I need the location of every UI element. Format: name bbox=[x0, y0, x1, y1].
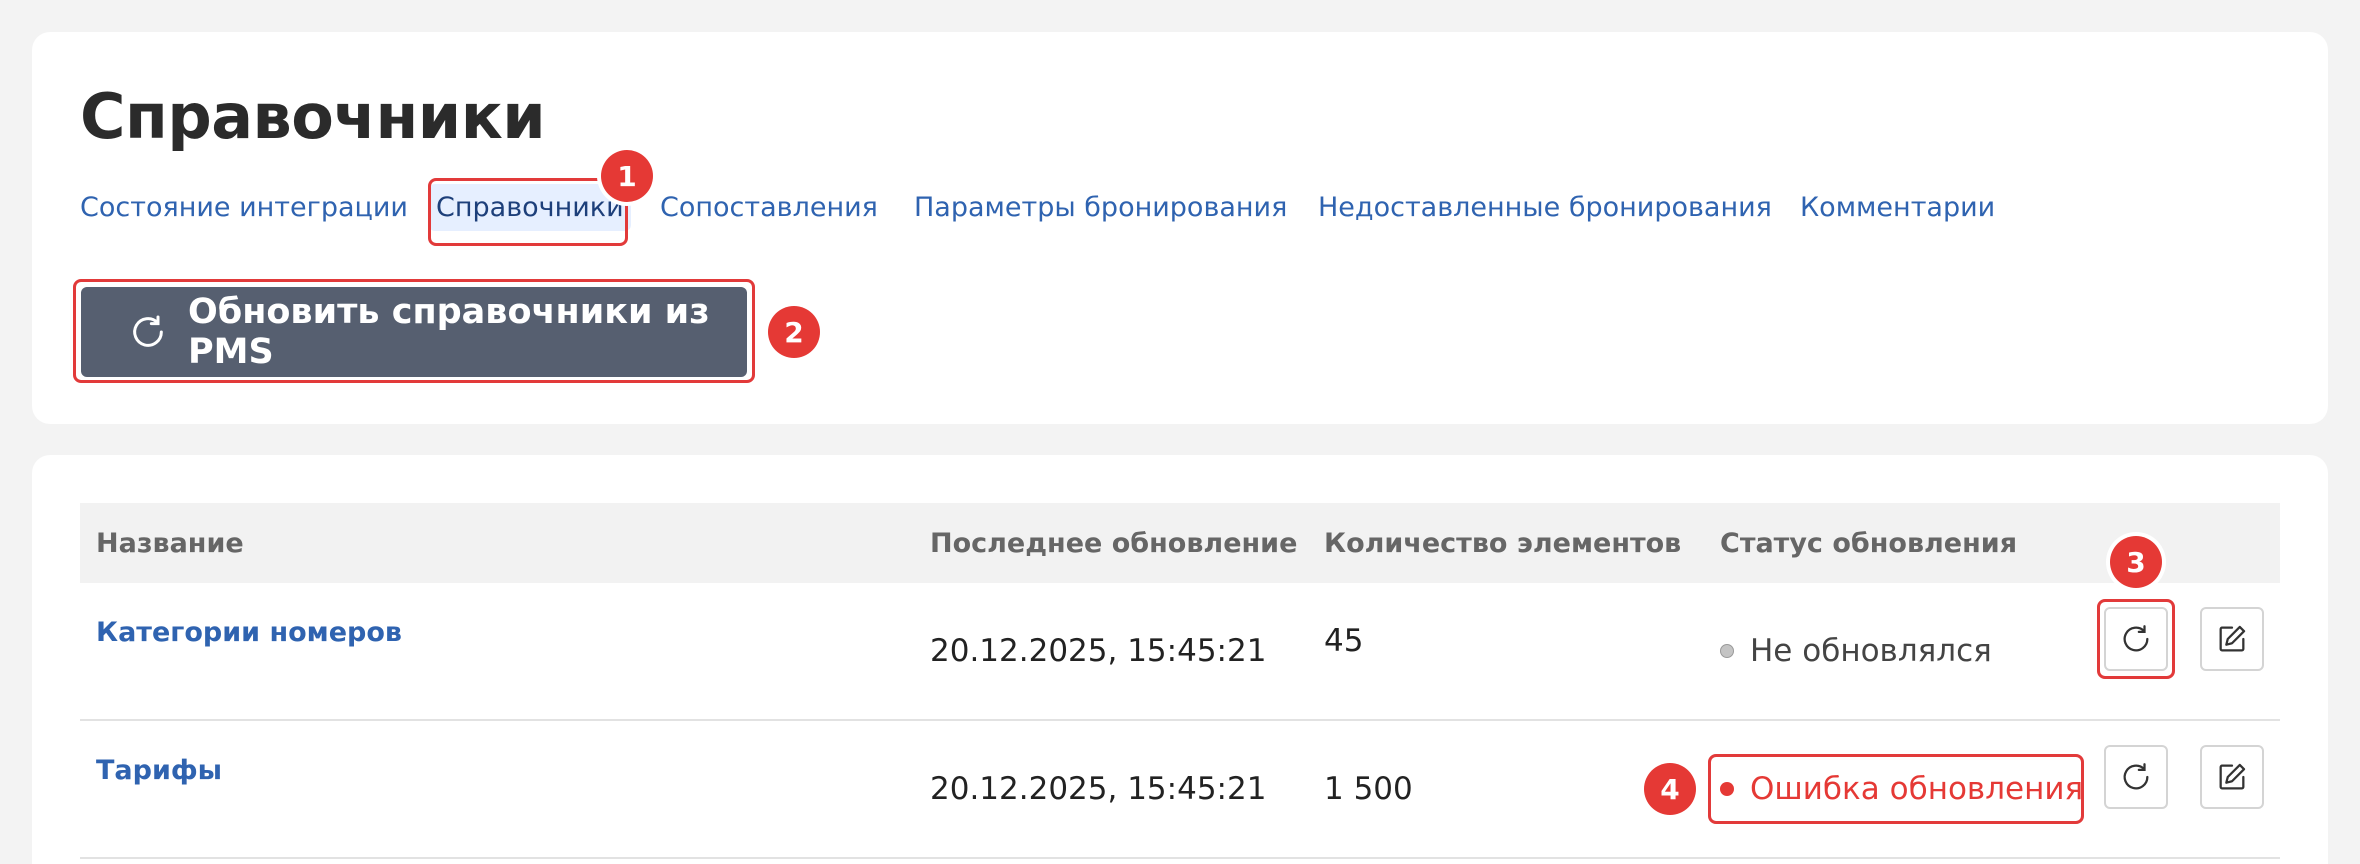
tab-booking-params[interactable]: Параметры бронирования bbox=[914, 194, 1287, 221]
annotation-badge: 1 bbox=[601, 150, 653, 202]
status-not-updated: Не обновлялся bbox=[1720, 633, 1992, 669]
edit-icon bbox=[2219, 763, 2246, 790]
tab-undelivered-bookings[interactable]: Недоставленные бронирования bbox=[1318, 194, 1772, 221]
refresh-icon bbox=[2123, 763, 2149, 790]
status-dot bbox=[1720, 782, 1734, 796]
row-divider bbox=[80, 857, 2280, 859]
status-label: Ошибка обновления bbox=[1750, 771, 2084, 807]
refresh-icon bbox=[133, 315, 163, 347]
row-refresh-button[interactable] bbox=[2104, 607, 2168, 671]
status-dot bbox=[1720, 644, 1734, 658]
refresh-all-label: Обновить справочники из PMS bbox=[188, 292, 710, 372]
annotation-badge: 3 bbox=[2110, 536, 2162, 588]
refresh-icon bbox=[2123, 625, 2149, 652]
row-updated: 20.12.2025, 15:45:21 bbox=[930, 771, 1267, 807]
row-edit-button[interactable] bbox=[2200, 745, 2264, 809]
column-header-updated: Последнее обновление bbox=[930, 528, 1298, 559]
page-title: Справочники bbox=[80, 80, 546, 153]
row-name-link[interactable]: Тарифы bbox=[96, 755, 222, 786]
tab-comments[interactable]: Комментарии bbox=[1800, 194, 1995, 221]
row-divider bbox=[80, 719, 2280, 721]
tab-directories[interactable]: Справочники bbox=[429, 184, 631, 231]
row-refresh-button[interactable] bbox=[2104, 745, 2168, 809]
refresh-all-button[interactable]: Обновить справочники из PMS bbox=[81, 287, 747, 377]
row-updated: 20.12.2025, 15:45:21 bbox=[930, 633, 1267, 669]
table-card: Название Последнее обновление Количество… bbox=[32, 455, 2328, 864]
row-name-link[interactable]: Категории номеров bbox=[96, 617, 402, 648]
tab-integration-status[interactable]: Состояние интеграции bbox=[80, 194, 408, 221]
row-edit-button[interactable] bbox=[2200, 607, 2264, 671]
column-header-count: Количество элементов bbox=[1324, 528, 1682, 559]
column-header-name: Название bbox=[96, 528, 244, 559]
status-label: Не обновлялся bbox=[1750, 633, 1992, 669]
header-card: Справочники Состояние интеграции Справоч… bbox=[32, 32, 2328, 424]
column-header-status: Статус обновления bbox=[1720, 528, 2018, 559]
row-count: 45 bbox=[1324, 623, 1364, 659]
edit-icon bbox=[2219, 625, 2246, 652]
tab-mappings[interactable]: Сопоставления bbox=[660, 194, 878, 221]
status-error: Ошибка обновления bbox=[1720, 771, 2083, 807]
annotation-badge: 2 bbox=[768, 306, 820, 358]
row-count: 1 500 bbox=[1324, 771, 1413, 807]
annotation-badge: 4 bbox=[1644, 763, 1696, 815]
